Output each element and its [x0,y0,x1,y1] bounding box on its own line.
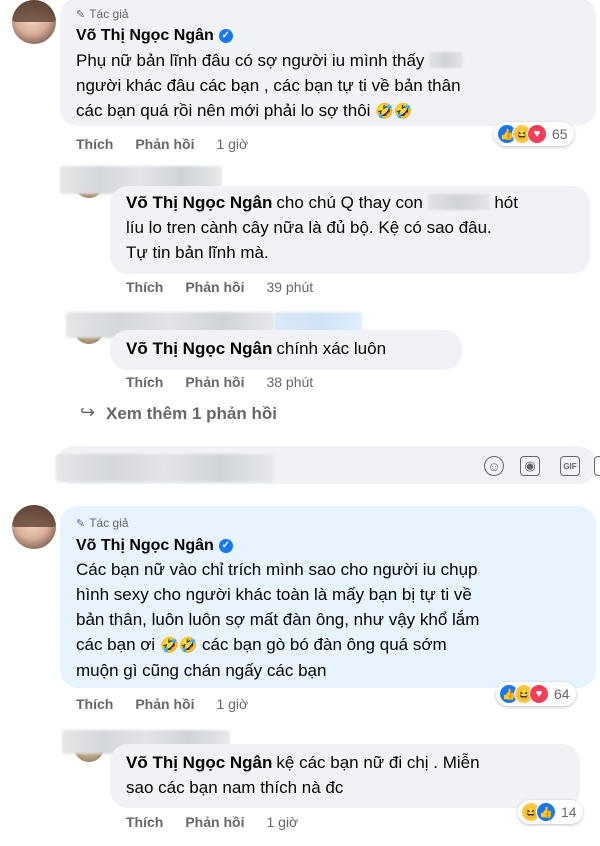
love-reaction-icon: ♥ [529,684,549,704]
comment-actions: Thích Phản hồi 1 giờ [76,696,248,712]
like-button[interactable]: Thích [76,696,113,712]
comment-author[interactable]: Võ Thị Ngọc Ngân ✓ [76,27,233,45]
pencil-icon: ✎ [76,8,86,21]
author-name[interactable]: Võ Thị Ngọc Ngân [76,27,214,45]
comment-text: Các bạn nữ vào chỉ trích mình sao cho ng… [76,557,586,683]
comment-line: chính xác luôn [276,339,387,358]
comment-line: các bạn gò bó đàn ông quá sớm [202,635,447,654]
reply-button[interactable]: Phản hồi [185,814,244,830]
comment-line: líu lo tren cành cây nữa là đủ bộ. Kệ có… [126,218,492,237]
author-name[interactable]: Võ Thị Ngọc Ngân [76,537,214,555]
comment-actions: Thích Phản hồi 38 phút [126,374,313,390]
reply-button[interactable]: Phản hồi [185,279,244,295]
like-button[interactable]: Thích [126,814,163,830]
gif-icon[interactable]: GIF [560,456,580,476]
rofl-emoji: 🤣🤣 [159,637,198,654]
comment-line: sao các bạn nam thích nà đc [126,778,344,797]
comment-line: Phụ nữ bản lĩnh đâu có sợ người iu mình … [76,51,425,70]
comment-text: Võ Thị Ngọc Ngân cho chú Q thay con hót l… [126,190,586,265]
reaction-count: 14 [561,804,577,820]
author-name[interactable]: Võ Thị Ngọc Ngân [126,193,272,212]
reply-button[interactable]: Phản hồi [135,136,194,152]
like-button[interactable]: Thích [126,279,163,295]
view-more-replies[interactable]: Xem thêm 1 phản hồi [106,404,277,424]
comment-text: Võ Thị Ngọc Ngân kệ các bạn nữ đi chị . M… [126,750,576,800]
comment-actions: Thích Phản hồi 1 giờ [126,814,298,830]
reply-button[interactable]: Phản hồi [135,696,194,712]
comment-line: người khác đâu các bạn , các bạn tự ti v… [76,76,461,95]
author-tag-label: Tác giả [89,516,129,530]
comment-line: Các bạn nữ vào chỉ trích mình sao cho ng… [76,560,478,579]
verified-icon: ✓ [218,29,233,43]
reaction-count: 65 [552,126,568,142]
sticker-icon[interactable] [594,456,600,476]
author-tag-label: Tác giả [89,7,129,21]
comment-line: các bạn quá rồi nên mới phải lo sợ thôi [76,101,371,120]
comment-line: Tự tin bản lĩnh mà. [126,243,269,262]
verified-icon: ✓ [218,539,233,553]
comment-line: hình sexy cho người khác toàn là mấy bạn… [76,585,472,604]
redacted-placeholder [56,454,274,482]
comment-line: muộn gì cũng chán ngấy các bạn [76,661,327,680]
like-button[interactable]: Thích [126,374,163,390]
comment-line: bản thân, luôn luôn sợ mất đàn ông, như … [76,610,480,629]
comment-author[interactable]: Võ Thị Ngọc Ngân ✓ [76,537,233,555]
comment-actions: Thích Phản hồi 39 phút [126,279,313,295]
like-button[interactable]: Thích [76,136,113,152]
author-avatar[interactable] [12,505,56,549]
timestamp[interactable]: 1 giờ [216,696,248,712]
camera-icon[interactable]: ◉ [520,456,540,476]
pencil-icon: ✎ [76,517,86,530]
author-tag: ✎ Tác giả [76,7,129,21]
reactions-summary[interactable]: 👍 😆 ♥ 64 [496,682,576,706]
redacted-text [429,52,464,68]
reactions-summary[interactable]: 👍 😆 ♥ 65 [494,122,574,146]
reply-button[interactable]: Phản hồi [185,374,244,390]
author-name[interactable]: Võ Thị Ngọc Ngân [126,339,272,358]
timestamp[interactable]: 1 giờ [216,136,248,152]
redacted-text [427,194,490,210]
reaction-count: 64 [554,686,570,702]
timestamp[interactable]: 38 phút [266,374,313,390]
author-avatar[interactable] [12,0,56,44]
comment-text: Võ Thị Ngọc Ngân chính xác luôn [126,336,456,361]
comment-line: kệ các bạn nữ đi chị . Miễn [276,753,480,772]
comment-line: các bạn ơi [76,635,156,654]
emoji-icon[interactable]: ☺ [484,456,504,476]
love-reaction-icon: ♥ [527,124,547,144]
author-tag: ✎ Tác giả [76,516,129,530]
reactions-summary[interactable]: 😆 👍 14 [518,800,583,824]
comment-line: cho chú Q thay con [276,193,423,212]
comment-text: Phụ nữ bản lĩnh đâu có sợ người iu mình … [76,48,576,124]
timestamp[interactable]: 1 giờ [266,814,298,830]
comment-line: hót [494,193,518,212]
like-reaction-icon: 👍 [536,802,556,822]
author-name[interactable]: Võ Thị Ngọc Ngân [126,753,272,772]
timestamp[interactable]: 39 phút [266,279,313,295]
rofl-emoji: 🤣🤣 [375,103,413,120]
comment-actions: Thích Phản hồi 1 giờ [76,136,248,152]
reply-arrow-icon: ↪ [80,402,96,422]
